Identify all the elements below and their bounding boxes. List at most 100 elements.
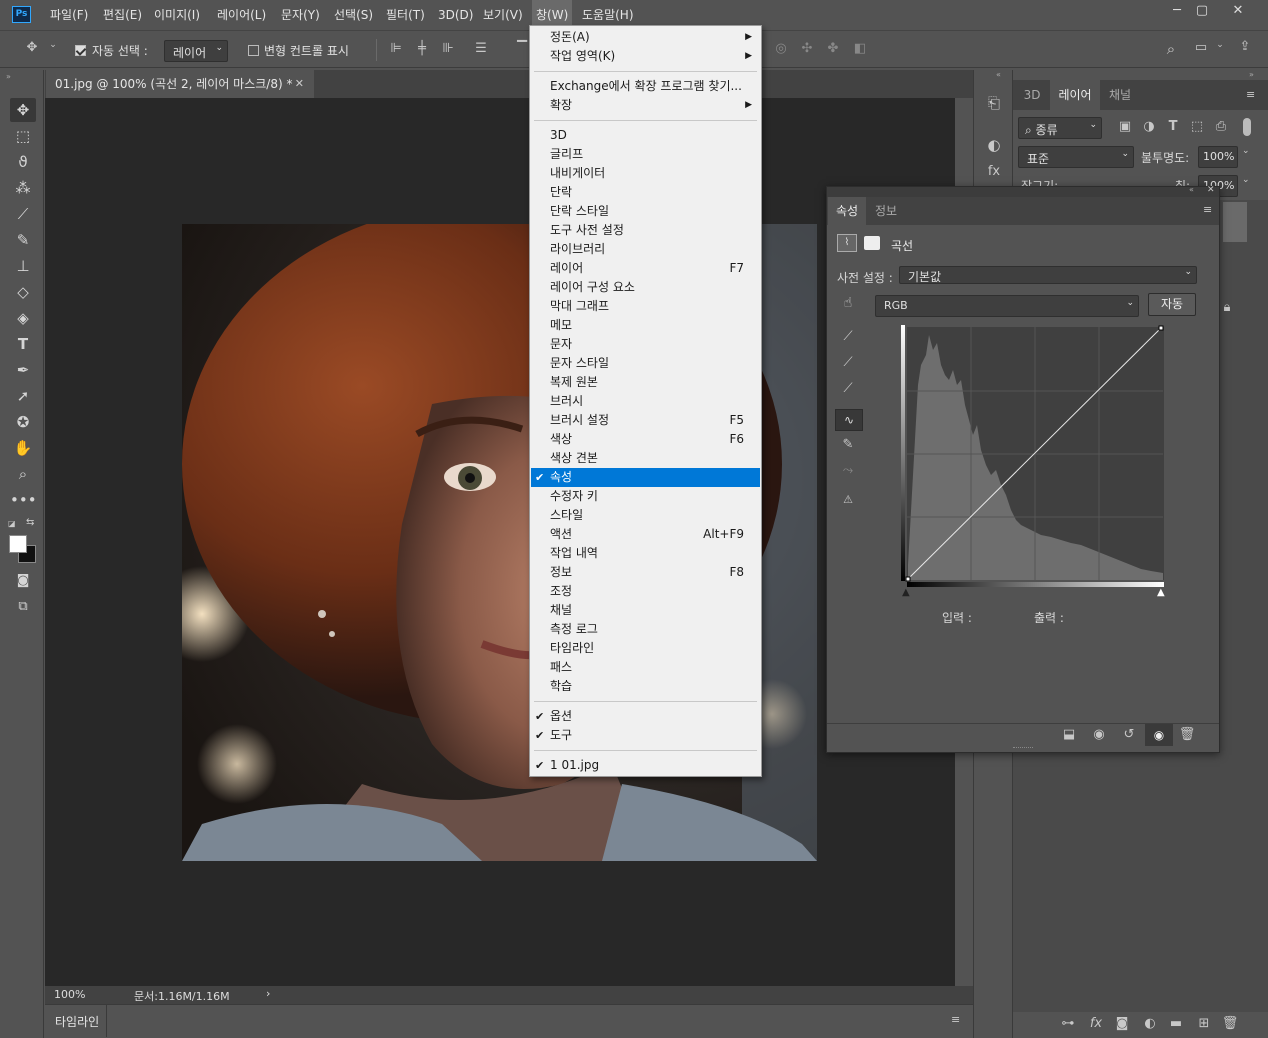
3d-camera-icon[interactable]: ◧: [851, 41, 869, 56]
resize-grip[interactable]: [1013, 747, 1033, 751]
clipping-warning-icon[interactable]: ⚠: [835, 493, 861, 506]
gray-point-eyedropper-icon[interactable]: ⟋: [837, 355, 859, 370]
type-filter-icon[interactable]: T: [1165, 119, 1181, 134]
window-menu-item[interactable]: 작업 영역(K) ▶: [531, 47, 760, 66]
close-icon[interactable]: ✕: [1220, 0, 1256, 22]
distribute-icon[interactable]: ☰: [473, 41, 489, 56]
collapse-icon[interactable]: »: [6, 72, 11, 81]
layer-style-icon[interactable]: fx: [1087, 1016, 1105, 1031]
close-icon[interactable]: ✕: [1207, 185, 1215, 195]
3d-pan-icon[interactable]: ✣: [799, 41, 815, 56]
channel-dropdown[interactable]: RGB ⌄: [875, 295, 1139, 317]
window-menu-item[interactable]: 액션 Alt+F9: [531, 525, 760, 544]
adjustment-filter-icon[interactable]: ◑: [1141, 119, 1157, 134]
align-center-icon[interactable]: ╪: [414, 41, 430, 56]
window-menu-item[interactable]: 단락: [531, 183, 760, 202]
stamp-tool-icon[interactable]: ⊥: [10, 254, 36, 278]
delete-icon[interactable]: 🗑︎: [1221, 1016, 1239, 1031]
curve-point-tool-icon[interactable]: ∿: [835, 409, 863, 431]
window-menu-item[interactable]: 정보 F8: [531, 563, 760, 582]
move-tool-icon[interactable]: ✥: [22, 40, 42, 55]
path-select-tool-icon[interactable]: ➚: [10, 384, 36, 408]
window-menu-item[interactable]: 조정: [531, 582, 760, 601]
eyedropper-tool-icon[interactable]: ⟋: [10, 202, 36, 226]
new-adjustment-icon[interactable]: ◐: [1141, 1016, 1159, 1031]
zoom-level[interactable]: 100%: [54, 988, 85, 1001]
collapse-icon[interactable]: «: [996, 70, 1001, 79]
auto-select-dropdown[interactable]: 레이어 ⌄: [164, 40, 228, 62]
window-menu-item[interactable]: 채널: [531, 601, 760, 620]
panel-menu-icon[interactable]: ≡: [951, 1013, 960, 1026]
align-left-icon[interactable]: ⊫: [388, 41, 404, 56]
window-menu-item[interactable]: 메모: [531, 316, 760, 335]
menu-item[interactable]: 필터(T): [386, 0, 425, 30]
window-menu-item[interactable]: 문자: [531, 335, 760, 354]
zoom-tool-icon[interactable]: ⌕: [10, 462, 36, 486]
menu-item[interactable]: 이미지(I): [154, 0, 200, 30]
add-mask-icon[interactable]: ◙: [1113, 1016, 1131, 1031]
window-menu-item[interactable]: 수정자 키: [531, 487, 760, 506]
window-menu-item[interactable]: 정돈(A) ▶: [531, 28, 760, 47]
mask-icon[interactable]: [864, 236, 880, 250]
chevron-down-icon[interactable]: ⌄: [47, 40, 59, 50]
curves-adjustment-icon[interactable]: ⌇: [837, 234, 857, 252]
window-menu-item[interactable]: 측정 로그: [531, 620, 760, 639]
opacity-input[interactable]: 100%: [1198, 146, 1238, 168]
share-icon[interactable]: ⇪: [1236, 39, 1254, 54]
chevron-down-icon[interactable]: ⌄: [1242, 175, 1250, 185]
new-group-icon[interactable]: ▬: [1167, 1016, 1185, 1031]
black-point-eyedropper-icon[interactable]: ⟋: [837, 329, 859, 344]
view-previous-icon[interactable]: ◉: [1089, 727, 1109, 742]
window-menu-item[interactable]: 확장 ▶: [531, 96, 760, 115]
menu-item[interactable]: 3D(D): [438, 0, 473, 30]
visibility-eye-icon[interactable]: ◉: [1145, 724, 1173, 746]
workspace-icon[interactable]: ▭: [1192, 40, 1210, 55]
window-menu-item[interactable]: 막대 그래프: [531, 297, 760, 316]
styles-icon[interactable]: fx: [983, 164, 1005, 179]
menu-item[interactable]: 문자(Y): [281, 0, 320, 30]
window-menu-item[interactable]: 복제 원본: [531, 373, 760, 392]
tab-properties[interactable]: 속성: [828, 197, 866, 225]
pen-tool-icon[interactable]: ✒: [10, 358, 36, 382]
curves-graph[interactable]: [901, 325, 1166, 587]
restore-icon[interactable]: ▢: [1184, 0, 1220, 22]
quick-mask-icon[interactable]: ◙: [10, 569, 36, 593]
window-menu-item[interactable]: 학습: [531, 677, 760, 696]
window-menu-item[interactable]: 도구 사전 설정: [531, 221, 760, 240]
brush-tool-icon[interactable]: ✎: [10, 228, 36, 252]
layers-scrollbar[interactable]: [1223, 202, 1247, 242]
window-menu-item[interactable]: 레이어 F7: [531, 259, 760, 278]
adjustments-icon[interactable]: ◐: [983, 136, 1005, 154]
window-menu-item[interactable]: ✔ 1 01.jpg: [531, 756, 760, 775]
window-menu-item[interactable]: 색상 견본: [531, 449, 760, 468]
panel-menu-icon[interactable]: ≡: [1246, 88, 1255, 101]
timeline-tab[interactable]: 타임라인: [55, 1013, 99, 1030]
delete-icon[interactable]: 🗑︎: [1177, 727, 1197, 742]
preset-dropdown[interactable]: 기본값 ⌄: [899, 266, 1197, 284]
eraser-tool-icon[interactable]: ◇: [10, 280, 36, 304]
window-menu-item[interactable]: 단락 스타일: [531, 202, 760, 221]
chevron-right-icon[interactable]: ›: [266, 987, 270, 1000]
chevron-down-icon[interactable]: ⌄: [1242, 146, 1250, 156]
paint-bucket-tool-icon[interactable]: ◈: [10, 306, 36, 330]
type-tool-icon[interactable]: T: [10, 332, 36, 356]
panel-menu-icon[interactable]: ≡: [1203, 203, 1212, 216]
window-menu-item[interactable]: ✔ 도구: [531, 726, 760, 745]
shape-filter-icon[interactable]: ⬚: [1189, 119, 1205, 134]
move-tool-icon[interactable]: ✥: [10, 98, 36, 122]
window-menu-item[interactable]: 브러시: [531, 392, 760, 411]
default-colors-icon[interactable]: ◪: [8, 519, 18, 529]
menu-item[interactable]: 선택(S): [334, 0, 373, 30]
new-layer-icon[interactable]: ⊞: [1195, 1016, 1213, 1031]
3d-slide-icon[interactable]: ✤: [825, 41, 841, 56]
layer-filter-dropdown[interactable]: ⌕ 종류 ⌄: [1018, 117, 1102, 139]
chevron-down-icon[interactable]: ⌄: [1214, 40, 1226, 50]
collapse-icon[interactable]: »: [1249, 70, 1254, 79]
hand-tool-icon[interactable]: ✋: [10, 436, 36, 460]
3d-orbit-icon[interactable]: ◎: [773, 41, 789, 56]
menu-item[interactable]: 레이어(L): [217, 0, 266, 30]
transform-controls-checkbox[interactable]: [248, 45, 259, 56]
more-tools-icon[interactable]: •••: [10, 488, 37, 512]
marquee-tool-icon[interactable]: ⬚: [10, 124, 36, 148]
pencil-curve-icon[interactable]: ✎: [837, 437, 859, 452]
